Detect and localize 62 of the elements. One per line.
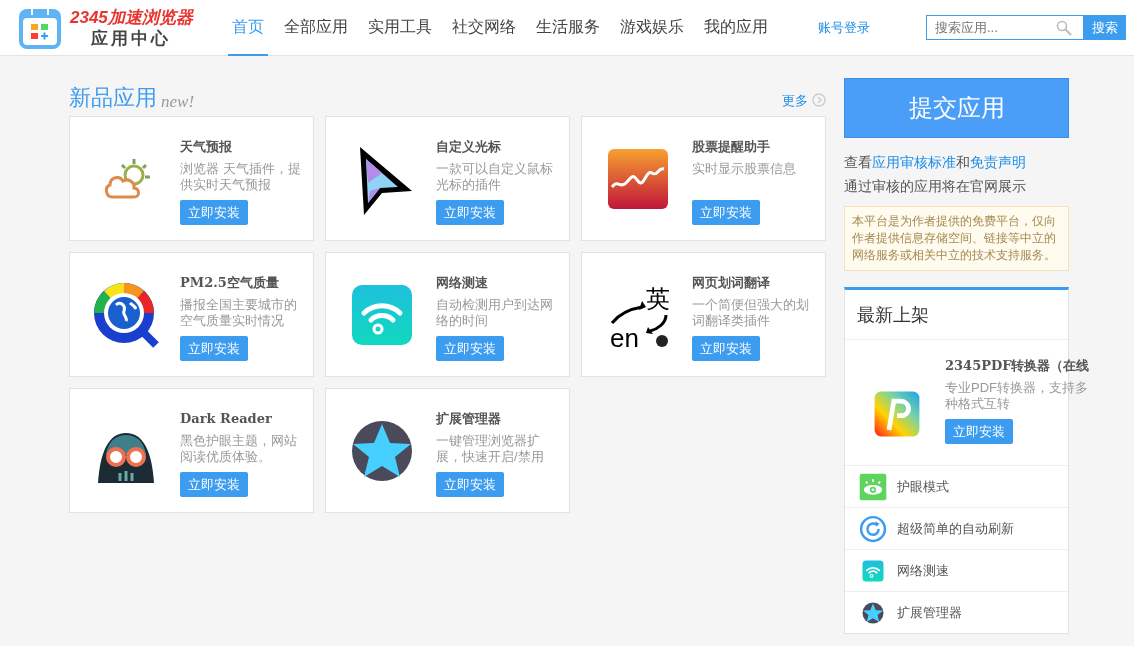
disclaimer-notice: 本平台是为作者提供的免费平台，仅向作者提供信息存储空间、链接等中立的网络服务或相关中立的技术支持服务。 <box>844 206 1069 271</box>
app-name: 股票提醒助手 <box>692 138 771 156</box>
install-button[interactable]: 立即安装 <box>436 335 504 361</box>
icon-label: 英 <box>646 285 670 312</box>
item-label: 超级简单的自动刷新 <box>897 519 1014 538</box>
list-item[interactable]: 超级简单的自动刷新 <box>845 507 1068 549</box>
install-button[interactable]: 立即安装 <box>180 335 248 361</box>
eye-icon <box>859 472 887 501</box>
panel-title: 最新上架 <box>856 304 930 327</box>
app-description: 播报全国主要城市的空气质量实时情况 <box>180 296 298 330</box>
icon-label: en <box>610 323 639 353</box>
new-tag: new! <box>161 88 195 114</box>
search-field[interactable]: 搜索应用... <box>926 15 1084 40</box>
nav-tab[interactable]: 社交网络 <box>448 0 520 56</box>
app-description: 实时显示股票信息 <box>692 160 797 178</box>
list-item[interactable]: 护眼模式 <box>845 465 1068 507</box>
nav-tab[interactable]: 我的应用 <box>700 0 772 56</box>
install-button[interactable]: 立即安装 <box>692 199 760 225</box>
install-button[interactable]: 立即安装 <box>692 335 760 361</box>
nav-tab[interactable]: 游戏娱乐 <box>616 0 688 56</box>
app-description: 一键管理浏览器扩展，快速开启/禁用 <box>436 432 545 466</box>
nav-tab[interactable]: 首页 <box>228 0 268 56</box>
list-item[interactable]: 网络测速 <box>845 549 1068 591</box>
nav-tab[interactable]: 生活服务 <box>532 0 604 56</box>
app-name: 网页划词翻译 <box>692 274 771 292</box>
review-notice: 查看应用审核标准和免责声明 <box>844 153 1027 172</box>
app-name: 2345PDF转换器（在线 <box>945 357 1090 375</box>
app-name: Dark Reader <box>180 410 273 428</box>
app-name: 自定义光标 <box>436 138 502 156</box>
nav-tab[interactable]: 全部应用 <box>280 0 352 56</box>
chevron-icon <box>812 93 826 108</box>
login-link[interactable]: 账号登录 <box>818 17 870 38</box>
app-description: 自动检测用户到达网络的时间 <box>436 296 554 330</box>
search-icon <box>1056 20 1072 36</box>
policy-link[interactable]: 免责声明 <box>970 154 1026 170</box>
item-label: 扩展管理器 <box>897 603 962 622</box>
dot-icon <box>656 335 668 347</box>
install-button[interactable]: 立即安装 <box>436 199 504 225</box>
more-link[interactable]: 更多 <box>782 90 826 110</box>
search-button[interactable]: 搜索 <box>1084 15 1126 40</box>
app-name: 扩展管理器 <box>436 410 502 428</box>
app-name: 天气预报 <box>180 138 233 156</box>
site-title: 应用中心 <box>91 29 172 47</box>
install-button[interactable]: 立即安装 <box>180 199 248 225</box>
app-name: PM2.5空气质量 <box>180 274 280 292</box>
policy-link[interactable]: 应用审核标准 <box>872 154 956 170</box>
app-description: 专业PDF转换器，支持多种格式互转 <box>945 379 1089 413</box>
app-description: 黑色护眼主题，网站阅读优质体验。 <box>180 432 298 466</box>
install-button[interactable]: 立即安装 <box>436 471 504 497</box>
install-button[interactable]: 立即安装 <box>945 418 1013 444</box>
item-label: 护眼模式 <box>897 477 949 496</box>
submit-app-button[interactable]: 提交应用 <box>844 78 1069 138</box>
app-name: 网络测速 <box>436 274 489 292</box>
review-note: 通过审核的应用将在官网展示 <box>844 177 1027 196</box>
brand-name: 2345加速浏览器 <box>70 8 193 26</box>
refresh-icon <box>859 514 887 543</box>
section-title: 新品应用 <box>69 84 157 112</box>
app-description: 浏览器 天气插件，提供实时天气预报 <box>180 160 301 194</box>
item-label: 网络测速 <box>897 561 949 580</box>
nav-tab[interactable]: 实用工具 <box>364 0 436 56</box>
list-item[interactable]: 扩展管理器 <box>845 591 1068 633</box>
install-button[interactable]: 立即安装 <box>180 471 248 497</box>
